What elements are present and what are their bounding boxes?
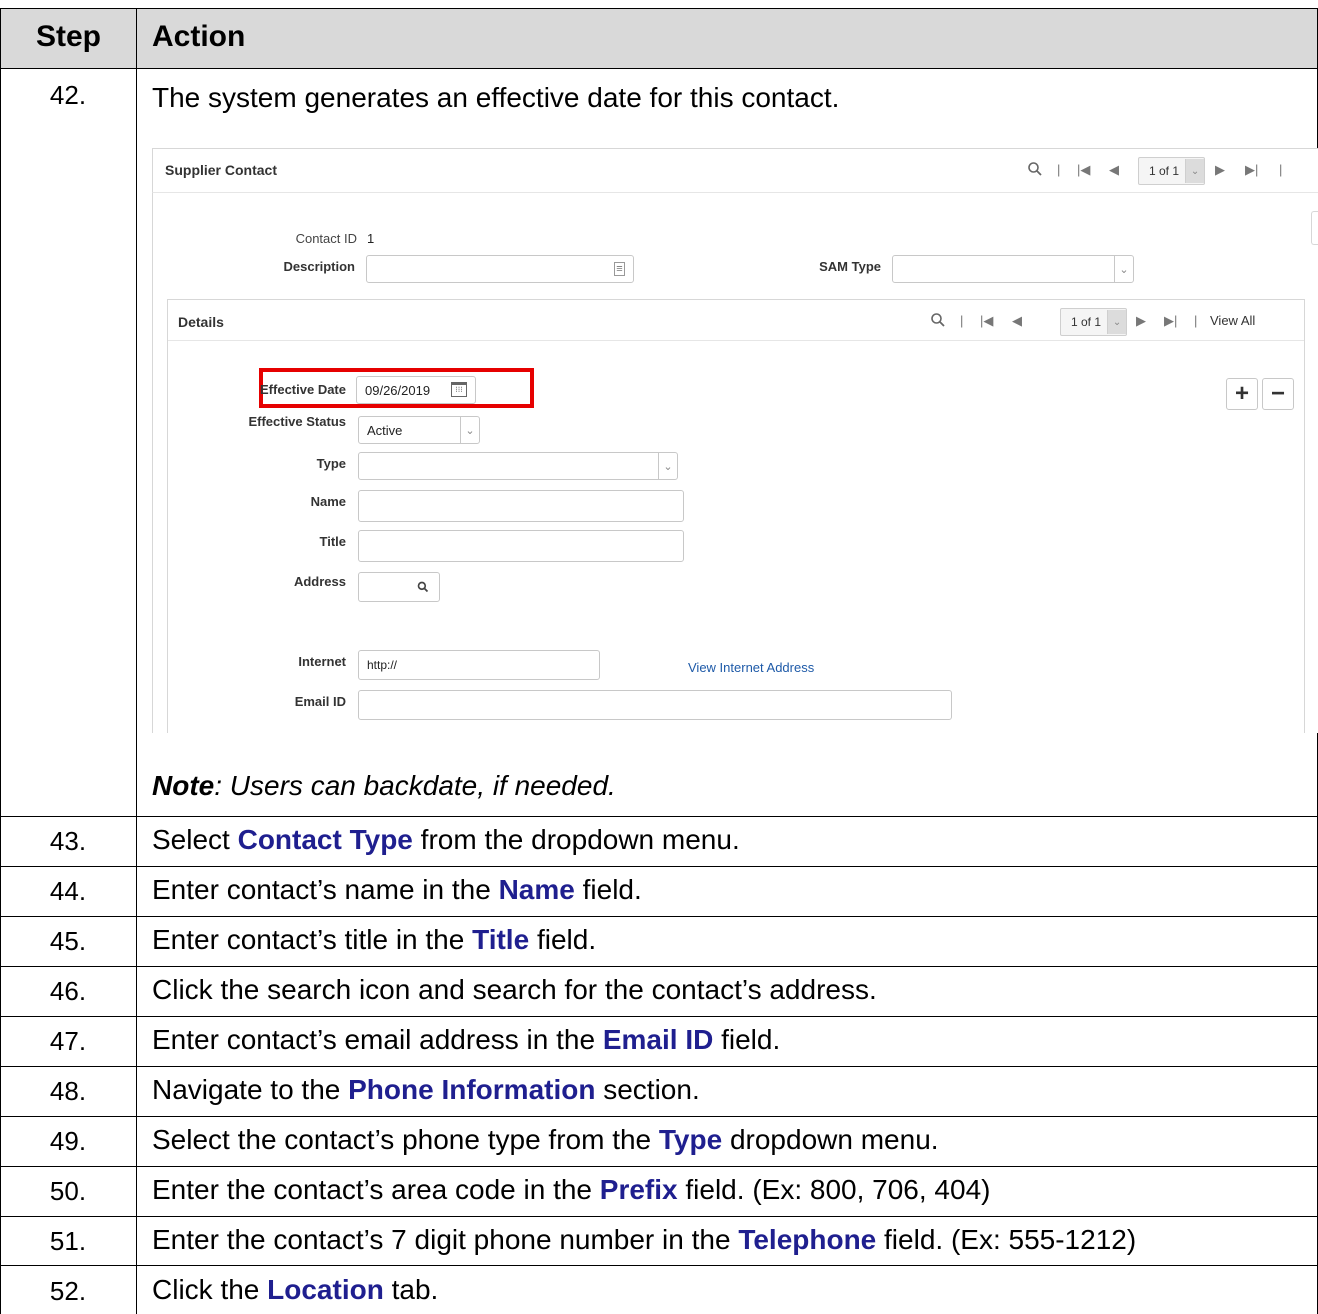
- divider: |: [1057, 162, 1061, 177]
- details-pager-value: 1 of 1: [1071, 315, 1102, 329]
- email-id-input[interactable]: [358, 690, 952, 720]
- effective-date-value: 09/26/2019: [365, 382, 431, 398]
- step-number: 49.: [49, 1126, 87, 1156]
- next-icon[interactable]: ▶: [1136, 313, 1146, 329]
- pager-select[interactable]: 1 of 1 ⌄: [1138, 157, 1206, 185]
- step-text: Select Contact Type from the dropdown me…: [152, 824, 740, 855]
- step-number: 51.: [49, 1226, 87, 1256]
- step-text: Enter contact’s title in the Title field…: [152, 924, 597, 955]
- type-select[interactable]: ⌄: [358, 452, 678, 480]
- prev-icon[interactable]: ◀: [1109, 162, 1119, 178]
- first-icon[interactable]: |◀: [980, 313, 993, 329]
- step-text: Click the Location tab.: [152, 1274, 439, 1305]
- supplier-contact-title: Supplier Contact: [165, 162, 278, 178]
- step-text: Enter the contact’s area code in the Pre…: [152, 1174, 991, 1205]
- effective-status-select[interactable]: Active ⌄: [358, 416, 480, 444]
- contact-id-label: Contact ID: [295, 231, 357, 246]
- step-number: 52.: [49, 1276, 87, 1306]
- spellcheck-icon[interactable]: ≡: [614, 262, 625, 276]
- name-label: Name: [310, 494, 346, 509]
- description-label: Description: [283, 259, 355, 274]
- chevron-down-icon: ⌄: [1114, 256, 1133, 282]
- step-number: 47.: [49, 1026, 87, 1056]
- step-text: Navigate to the Phone Information sectio…: [152, 1074, 700, 1105]
- title-input[interactable]: [358, 530, 684, 562]
- supplier-contact-body: Contact ID 1 Description ≡ SAM Type ⌄ De…: [152, 192, 1318, 733]
- internet-value: http://: [367, 658, 398, 672]
- step-number: 43.: [49, 826, 87, 856]
- divider: |: [1279, 162, 1283, 177]
- chevron-down-icon: ⌄: [1107, 310, 1127, 334]
- step-number: 50.: [49, 1176, 87, 1206]
- prev-icon[interactable]: ◀: [1012, 313, 1022, 329]
- step-text: Select the contact’s phone type from the…: [152, 1124, 939, 1155]
- internet-input[interactable]: http://: [358, 650, 600, 680]
- search-icon[interactable]: [417, 581, 429, 593]
- last-icon[interactable]: ▶|: [1164, 313, 1177, 329]
- address-label: Address: [293, 574, 346, 589]
- contact-id-value: 1: [367, 231, 375, 246]
- step-number: 46.: [49, 976, 87, 1006]
- step-text: Enter contact’s name in the Name field.: [152, 874, 642, 905]
- email-id-label: Email ID: [294, 694, 346, 709]
- step-number: 45.: [49, 926, 87, 956]
- divider: |: [1194, 313, 1198, 328]
- search-icon[interactable]: [930, 312, 946, 331]
- search-icon[interactable]: [1027, 161, 1043, 180]
- last-icon[interactable]: ▶|: [1245, 162, 1258, 178]
- next-icon[interactable]: ▶: [1215, 162, 1225, 178]
- title-label: Title: [319, 534, 347, 549]
- sam-type-label: SAM Type: [819, 259, 881, 274]
- internet-label: Internet: [298, 654, 346, 669]
- supplier-contact-header: Supplier Contact | |◀ ◀ 1 of 1 ⌄ ▶ ▶| |: [152, 148, 1318, 193]
- add-row-button[interactable]: +: [1226, 378, 1258, 410]
- name-input[interactable]: [358, 490, 684, 522]
- chevron-down-icon: ⌄: [658, 453, 677, 479]
- procedure-table: Step Action 42. The system generates an …: [0, 0, 1318, 1314]
- effective-status-value: Active: [367, 422, 403, 438]
- step-text: Click the search icon and search for the…: [152, 974, 877, 1005]
- embedded-screenshot: Supplier Contact | |◀ ◀ 1 of 1 ⌄ ▶ ▶| | …: [152, 148, 1318, 733]
- effective-date-input[interactable]: 09/26/2019 ⁝⁝⁝: [356, 376, 476, 404]
- effective-status-label: Effective Status: [248, 414, 346, 429]
- address-input[interactable]: [358, 572, 440, 602]
- header-step: Step: [36, 20, 102, 53]
- header-action: Action: [152, 20, 246, 53]
- step-number: 48.: [49, 1076, 87, 1106]
- calendar-icon[interactable]: ⁝⁝⁝: [451, 382, 467, 397]
- details-title: Details: [178, 314, 224, 330]
- description-input[interactable]: ≡: [366, 255, 634, 283]
- details-group: Details | |◀ ◀ 1 of 1 ⌄ ▶ ▶| | View All: [167, 299, 1305, 733]
- divider: |: [960, 313, 964, 328]
- pager-value: 1 of 1: [1149, 164, 1180, 178]
- details-header: Details | |◀ ◀ 1 of 1 ⌄ ▶ ▶| | View All: [168, 300, 1304, 341]
- step-number: 42.: [49, 80, 87, 110]
- sam-type-select[interactable]: ⌄: [892, 255, 1134, 283]
- type-label: Type: [316, 456, 346, 471]
- step-text: Enter contact’s email address in the Ema…: [152, 1024, 781, 1055]
- effective-date-label: Effective Date: [260, 382, 346, 397]
- side-button[interactable]: [1311, 211, 1318, 245]
- chevron-down-icon: ⌄: [460, 417, 479, 443]
- first-icon[interactable]: |◀: [1077, 162, 1090, 178]
- chevron-down-icon: ⌄: [1185, 159, 1205, 183]
- step-text: The system generates an effective date f…: [152, 82, 840, 113]
- note-text: Note: Users can backdate, if needed.: [152, 770, 616, 801]
- details-pager-select[interactable]: 1 of 1 ⌄: [1060, 308, 1128, 336]
- step-text: Enter the contact’s 7 digit phone number…: [152, 1224, 1137, 1255]
- step-number: 44.: [49, 876, 87, 906]
- view-internet-address-link[interactable]: View Internet Address: [688, 660, 814, 675]
- view-all-link[interactable]: View All: [1210, 313, 1255, 328]
- delete-row-button[interactable]: −: [1262, 378, 1294, 410]
